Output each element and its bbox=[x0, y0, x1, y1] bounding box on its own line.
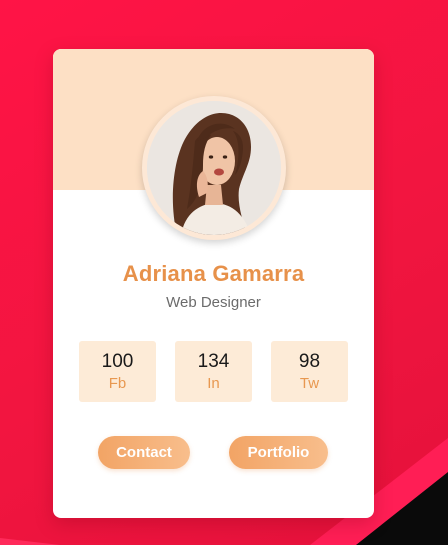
stat-twitter: 98 Tw bbox=[271, 341, 348, 402]
contact-button[interactable]: Contact bbox=[98, 436, 190, 469]
avatar bbox=[142, 96, 286, 240]
stat-label: Tw bbox=[299, 375, 320, 392]
stat-facebook: 100 Fb bbox=[79, 341, 156, 402]
stat-value: 98 bbox=[298, 351, 321, 372]
profile-card: Adriana Gamarra Web Designer 100 Fb 134 … bbox=[53, 49, 374, 518]
stats-row: 100 Fb 134 In 98 Tw bbox=[79, 341, 349, 402]
stat-value: 134 bbox=[197, 351, 230, 372]
woman-portrait-image bbox=[147, 101, 281, 235]
stat-value: 100 bbox=[101, 351, 134, 372]
profile-role: Web Designer bbox=[166, 294, 261, 311]
stat-label: Fb bbox=[108, 375, 127, 392]
stat-instagram: 134 In bbox=[175, 341, 252, 402]
portfolio-button[interactable]: Portfolio bbox=[229, 436, 328, 469]
stat-label: In bbox=[207, 375, 220, 392]
profile-name: Adriana Gamarra bbox=[122, 261, 305, 286]
